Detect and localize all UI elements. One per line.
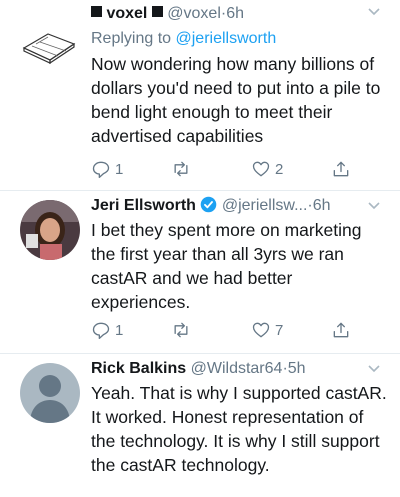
default-profile-icon: [20, 363, 80, 423]
verified-badge-icon: [201, 196, 217, 213]
author-handle[interactable]: @voxel: [167, 5, 221, 22]
like-button[interactable]: 2: [251, 158, 283, 180]
tweet-text: Yeah. That is why I supported castAR. It…: [91, 383, 387, 475]
tweet-actions: 1 7: [91, 319, 371, 341]
retweet-icon: [174, 161, 188, 177]
like-count: 2: [275, 160, 284, 178]
timestamp[interactable]: 5h: [288, 360, 306, 377]
like-count: 7: [275, 321, 284, 339]
author-name[interactable]: Rick Balkins: [91, 360, 186, 377]
share-button[interactable]: [331, 319, 351, 341]
chevron-down-icon[interactable]: [366, 4, 382, 20]
profile-photo: [20, 200, 80, 260]
jeri-ellsworth-avatar[interactable]: [20, 200, 80, 260]
tweet-header: Jeri Ellsworth @jeriellsw...·6h: [91, 196, 388, 216]
share-button[interactable]: [331, 158, 351, 180]
heart-icon: [252, 322, 270, 338]
replying-to-handle[interactable]: @jeriellsworth: [176, 30, 277, 47]
voxel-avatar[interactable]: [18, 10, 80, 72]
replying-to-label: Replying to: [91, 30, 172, 47]
square-icon: [151, 6, 163, 17]
replying-to: Replying to @jeriellsworth: [91, 28, 388, 50]
reply-count: 1: [115, 160, 124, 178]
reply-button[interactable]: 1: [91, 158, 123, 180]
author-handle[interactable]: @Wildstar64: [191, 360, 283, 377]
reply-button[interactable]: 1: [91, 319, 123, 341]
retweet-icon: [174, 322, 188, 338]
share-icon: [333, 322, 349, 338]
square-icon: [91, 6, 102, 17]
share-icon: [333, 161, 349, 177]
retweet-button[interactable]: [171, 158, 195, 180]
voxel-logo-icon: [22, 33, 76, 65]
heart-icon: [252, 161, 270, 177]
author-handle[interactable]: @jeriellsw...: [222, 197, 308, 214]
retweet-button[interactable]: [171, 319, 195, 341]
author-name[interactable]: voxel: [106, 5, 147, 22]
reply-icon: [92, 161, 110, 178]
tweet-header: Rick Balkins @Wildstar64·5h: [91, 359, 388, 379]
like-button[interactable]: 7: [251, 319, 283, 341]
reply-count: 1: [115, 321, 124, 339]
rick-balkins-avatar[interactable]: [20, 363, 80, 423]
tweet-voxel[interactable]: voxel @voxel·6h Replying to @jeriellswor…: [0, 0, 400, 185]
tweet-actions: 1 2: [91, 158, 371, 180]
tweet-header: voxel @voxel·6h: [91, 4, 388, 24]
author-name[interactable]: Jeri Ellsworth: [91, 197, 196, 214]
reply-icon: [92, 322, 110, 339]
tweet-jeri-ellsworth[interactable]: Jeri Ellsworth @jeriellsw...·6h I bet th…: [0, 190, 400, 355]
timestamp[interactable]: 6h: [226, 5, 244, 22]
tweet-rick-balkins[interactable]: Rick Balkins @Wildstar64·5h Yeah. That i…: [0, 353, 400, 497]
chevron-down-icon[interactable]: [366, 361, 382, 377]
tweet-text: Now wondering how many billions of dolla…: [91, 54, 381, 146]
chevron-down-icon[interactable]: [366, 198, 382, 214]
tweet-text: I bet they spent more on marketing the f…: [91, 220, 362, 312]
timestamp[interactable]: 6h: [313, 197, 331, 214]
